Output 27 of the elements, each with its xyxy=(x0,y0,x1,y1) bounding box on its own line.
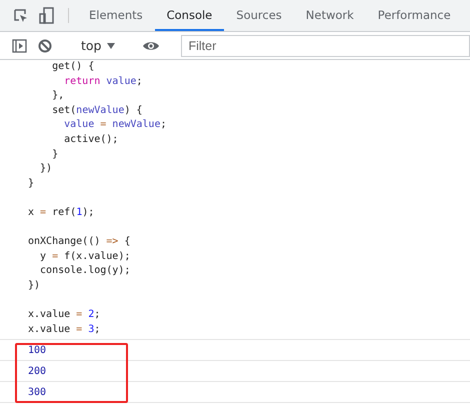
code-line: } xyxy=(51,148,60,162)
context-select[interactable]: top xyxy=(75,38,122,53)
code-line: x = ref(1); xyxy=(28,206,96,220)
code-line: set(newValue) { xyxy=(51,104,144,118)
code-line: console.log(y); xyxy=(39,264,132,278)
code-line: x.value = 3; xyxy=(28,322,102,337)
code-line: }, xyxy=(51,89,66,104)
panel-tab[interactable]: Console xyxy=(154,0,224,31)
code-line: onXChange(() => { xyxy=(28,235,132,250)
code-line: get() { xyxy=(51,60,96,74)
console-output: 100 xyxy=(0,340,470,362)
code-line: }) xyxy=(39,162,54,176)
code-line: return value; xyxy=(63,74,144,89)
code-line: y = f(x.value); xyxy=(39,250,132,264)
code-line: } xyxy=(28,176,36,191)
code-line: }) xyxy=(28,278,42,293)
panel-tab[interactable]: Network xyxy=(294,0,366,31)
code-line: x.value = 2; xyxy=(28,308,102,322)
filter-field[interactable]: Filter xyxy=(181,34,470,56)
caret-icon xyxy=(107,42,116,48)
panel-tab[interactable]: Sources xyxy=(224,0,294,31)
panel-tab[interactable]: Elements xyxy=(77,0,155,31)
console-output: 200 xyxy=(0,361,470,382)
code-line: active(); xyxy=(63,132,120,147)
panel-tab[interactable]: Performance xyxy=(366,0,463,31)
console-output: 300 xyxy=(0,382,470,404)
code-line: value = newValue; xyxy=(63,118,168,132)
